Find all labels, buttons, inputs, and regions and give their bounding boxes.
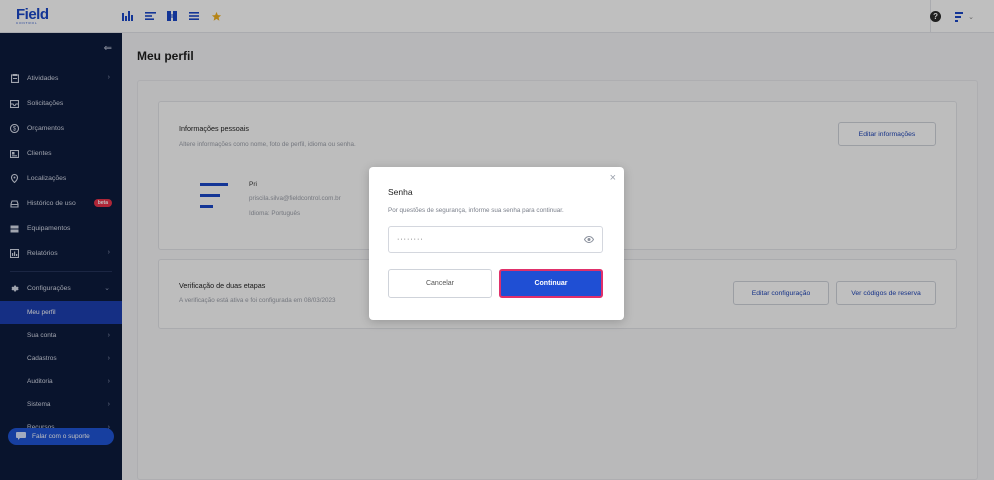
password-modal: × Senha Por questões de segurança, infor… [369, 167, 624, 320]
modal-title: Senha [388, 187, 413, 197]
continue-button[interactable]: Continuar [499, 269, 603, 298]
password-input[interactable]: ········ [388, 226, 603, 253]
modal-desc: Por questões de segurança, informe sua s… [388, 207, 564, 214]
eye-icon[interactable] [583, 235, 595, 245]
password-value: ········ [397, 236, 424, 243]
close-icon[interactable]: × [610, 172, 616, 184]
cancel-button[interactable]: Cancelar [388, 269, 492, 298]
